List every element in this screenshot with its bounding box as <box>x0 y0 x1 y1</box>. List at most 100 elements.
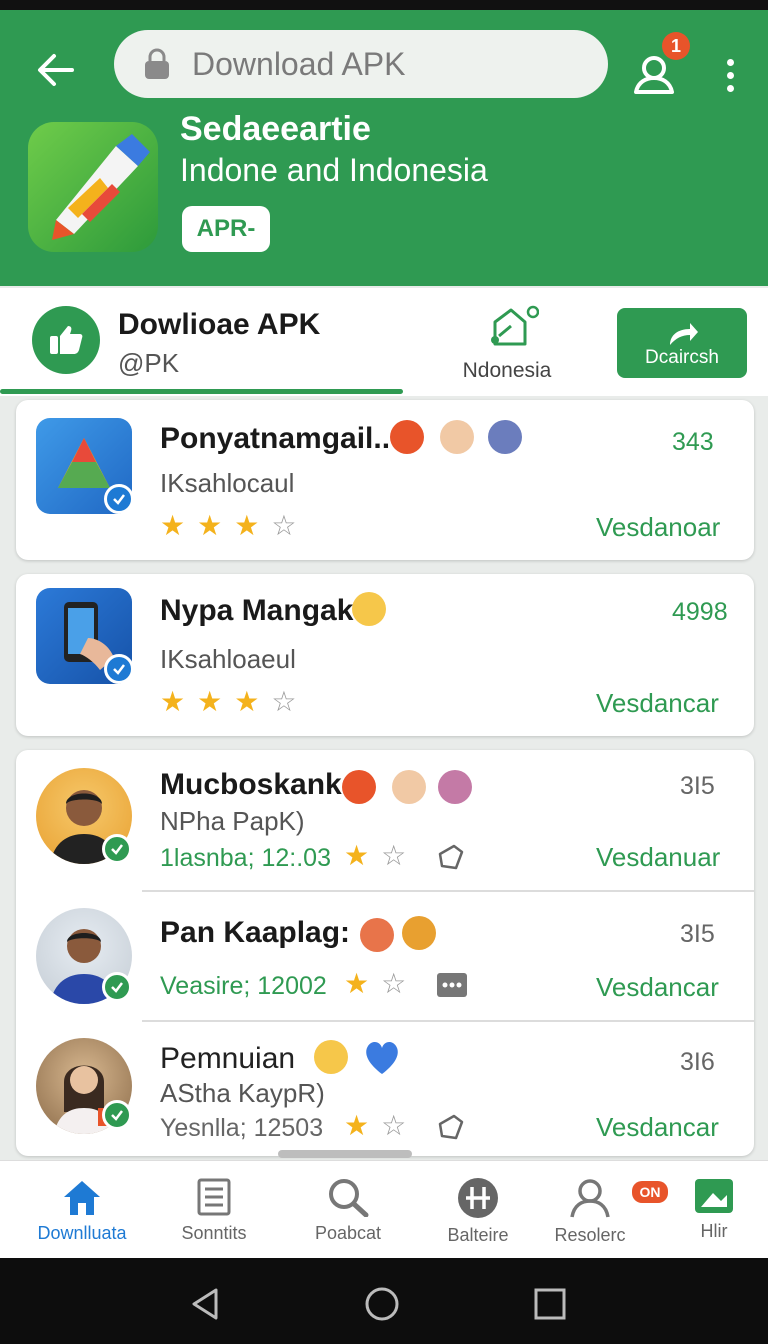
person-subtitle: AStha KaypR) <box>160 1078 325 1108</box>
nav-more[interactable]: Hlir <box>650 1161 768 1259</box>
app-subtitle: Indone and Indonesia <box>180 152 488 188</box>
nav-label: Sonntits <box>181 1223 247 1243</box>
bolt-emoji-icon <box>342 770 376 804</box>
app-developer: IKsahlocaul <box>160 468 295 498</box>
star-icon: ★ <box>234 510 260 541</box>
tag-icon[interactable] <box>436 1112 466 1142</box>
star-icon: ★ <box>160 686 186 717</box>
back-button[interactable] <box>30 44 82 96</box>
person-name: Pemnuian <box>160 1042 296 1075</box>
star-outline-icon: ☆ <box>381 840 407 871</box>
tab-indicator <box>0 389 403 394</box>
region-label: Ndonesia <box>462 359 552 382</box>
strip-title: Dowlioae APK <box>118 308 321 341</box>
download-label: Dcaircsh <box>645 347 719 368</box>
verified-badge <box>104 654 134 684</box>
notification-badge: 1 <box>662 32 690 60</box>
document-icon <box>197 1178 231 1216</box>
person-emoji-icon <box>488 420 522 454</box>
share-icon <box>670 323 698 345</box>
app-name: Nypa Mangak <box>160 594 354 627</box>
lock-icon <box>145 48 169 79</box>
list-item[interactable]: Pemnuian 3I6 AStha KaypR) Yesnlla; 12503… <box>16 1022 754 1156</box>
nav-resolver[interactable]: Resolerc <box>526 1161 654 1259</box>
install-link[interactable]: Vesdancar <box>596 1112 719 1143</box>
verified-badge <box>104 484 134 514</box>
bolt-emoji-icon <box>390 420 424 454</box>
chat-icon[interactable] <box>436 972 468 998</box>
nav-balance[interactable]: Balteire <box>414 1161 542 1259</box>
app-icon <box>28 122 158 252</box>
house-share-icon <box>491 305 540 346</box>
rating-stars: ★ ★ ★ ☆ <box>160 688 296 716</box>
sparkle-emoji-icon <box>360 918 394 952</box>
app-developer: IKsahloaeul <box>160 644 296 674</box>
person-meta: Veasire; 12002 <box>160 972 327 1000</box>
apk-chip[interactable]: APR- <box>182 206 270 252</box>
star-icon: ★ <box>344 968 370 999</box>
star-icon: ★ <box>344 1110 370 1141</box>
nav-label: Balteire <box>447 1225 509 1245</box>
person-meta: 1lasnba; 12:.03 <box>160 844 331 872</box>
nav-download[interactable]: Downlluata <box>18 1161 146 1259</box>
people-card: Mucboskank 3I5 NPha PapK) 1lasnba; 12:.0… <box>16 750 754 1156</box>
install-link[interactable]: Vesdancar <box>596 688 719 719</box>
nav-label: Hlir <box>700 1221 728 1241</box>
nav-search[interactable]: Poabcat <box>284 1161 412 1259</box>
nav-contents[interactable]: Sonntits <box>150 1161 278 1259</box>
person-emoji-icon <box>438 770 472 804</box>
install-link[interactable]: Vesdancar <box>596 972 719 1003</box>
star-icon: ★ <box>160 510 186 541</box>
thumbs-up-icon <box>32 306 100 374</box>
star-outline-icon: ☆ <box>381 968 407 999</box>
app-card[interactable]: Nypa Mangak 4998 IKsahloaeul ★ ★ ★ ☆ Vesdan… <box>16 574 754 736</box>
app-count: 343 <box>672 428 714 456</box>
star-icon: ★ <box>197 686 223 717</box>
image-icon <box>695 1179 733 1213</box>
star-icon: ★ <box>344 840 370 871</box>
rating-stars: ★ ★ ★ ☆ <box>160 512 296 540</box>
search-icon <box>329 1179 369 1217</box>
app-name: Ponyatnamgail.. <box>160 422 391 455</box>
app-card[interactable]: Ponyatnamgail.. 343 IKsahlocaul ★ ★ ★ ☆ Ves… <box>16 400 754 560</box>
person-name: Pan Kaaplag: <box>160 916 351 949</box>
back-arrow-icon <box>38 54 74 86</box>
verified-badge <box>102 972 132 1002</box>
tag-icon[interactable] <box>436 842 466 872</box>
person-icon <box>570 1179 610 1218</box>
smile-emoji-icon <box>314 1040 348 1074</box>
recents-square-icon[interactable] <box>530 1284 570 1324</box>
app-title: Sedaeeartie <box>180 110 371 148</box>
home-circle-icon[interactable] <box>362 1284 402 1324</box>
verified-badge <box>102 1100 132 1130</box>
search-bar[interactable] <box>114 30 608 98</box>
person-meta: Yesnlla; 12503 <box>160 1114 324 1142</box>
app-count: 4998 <box>672 598 728 626</box>
person-emoji-icon <box>440 420 474 454</box>
search-input[interactable] <box>192 45 572 83</box>
install-link[interactable]: Vesdanoar <box>596 512 720 543</box>
system-navigation-bar <box>0 1258 768 1344</box>
person-subtitle: NPha PapK) <box>160 806 305 836</box>
download-button[interactable]: Dcaircsh <box>617 308 747 378</box>
verified-badge <box>102 834 132 864</box>
scroll-indicator[interactable] <box>278 1150 412 1158</box>
rating-stars: ★ ☆ <box>344 1112 406 1140</box>
bottom-navigation: Downlluata Sonntits Poabcat Balteire Res… <box>0 1160 768 1258</box>
star-icon: ★ <box>234 686 260 717</box>
back-triangle-icon[interactable] <box>186 1284 226 1324</box>
strip-subtitle: @PK <box>118 348 180 378</box>
person-count: 3I5 <box>680 920 715 948</box>
nav-label: Resolerc <box>554 1225 626 1245</box>
rating-stars: ★ ☆ <box>344 842 406 870</box>
star-outline-icon: ☆ <box>381 1110 407 1141</box>
more-vert-icon <box>726 58 734 66</box>
more-options-button[interactable] <box>714 48 746 102</box>
list-item[interactable]: Mucboskank 3I5 NPha PapK) 1lasnba; 12:.0… <box>16 750 754 890</box>
list-item[interactable]: Pan Kaaplag: 3I5 Veasire; 12002 ★ ☆ Vesda… <box>16 892 754 1020</box>
nav-label: Poabcat <box>314 1223 382 1243</box>
region-button[interactable]: Ndonesia <box>452 304 562 383</box>
person-emoji-icon <box>392 770 426 804</box>
install-link[interactable]: Vesdanuar <box>596 842 720 873</box>
hashtag-icon <box>458 1178 498 1218</box>
